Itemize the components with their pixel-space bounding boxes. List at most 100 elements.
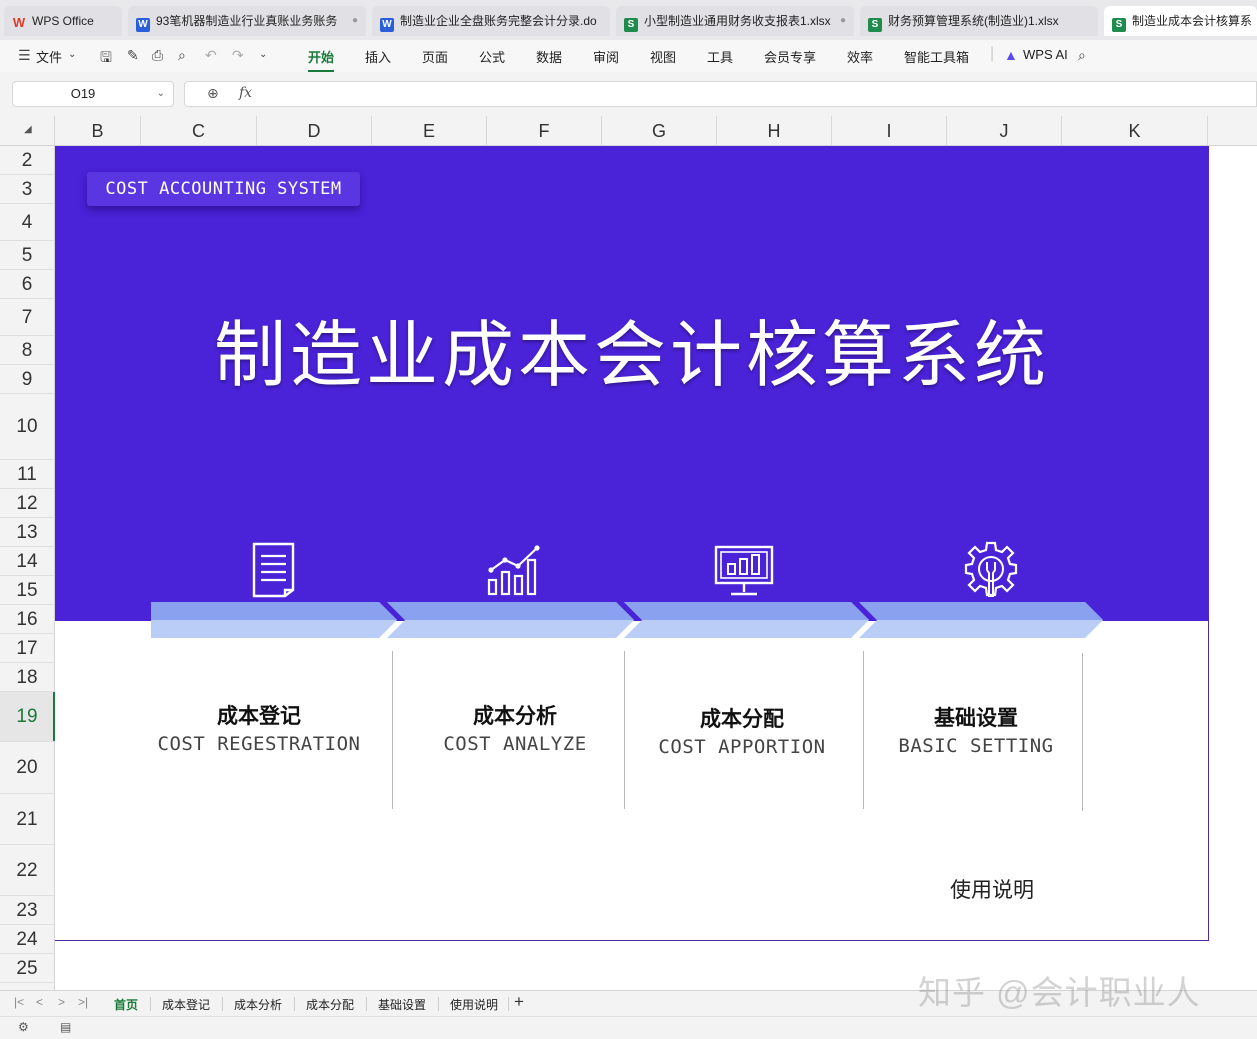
unsaved-dot-icon[interactable]: ● <box>352 6 358 36</box>
next-sheet-icon[interactable]: > <box>58 995 65 1009</box>
row-header[interactable]: 10 <box>0 394 54 460</box>
file-menu[interactable]: 文件 <box>36 47 62 66</box>
row-header[interactable]: 4 <box>0 204 54 241</box>
menu-member[interactable]: 会员专享 <box>764 47 816 66</box>
menu-home[interactable]: 开始 <box>308 47 335 72</box>
tab-document[interactable]: W 制造业企业全盘账务完整会计分录.do <box>372 6 610 36</box>
add-sheet-icon[interactable]: + <box>514 992 524 1012</box>
row-header[interactable]: 9 <box>0 365 54 394</box>
module-basic-setting-en[interactable]: BASIC SETTING <box>846 735 1106 757</box>
row-header[interactable]: 21 <box>0 794 54 845</box>
column-header[interactable]: I <box>832 116 947 146</box>
gear-wrench-icon[interactable] <box>963 540 1019 600</box>
sheet-tab-cost-apportion[interactable]: 成本分配 <box>306 996 354 1013</box>
menu-formula[interactable]: 公式 <box>479 47 505 66</box>
sheet-tab-home[interactable]: 首页 <box>109 996 143 1019</box>
module-cost-apportion[interactable]: 成本分配 <box>632 703 852 733</box>
chevron-down-icon[interactable]: ⌄ <box>68 49 76 60</box>
tab-spreadsheet-active[interactable]: S 制造业成本会计核算系 <box>1104 6 1257 36</box>
tab-wps-office[interactable]: W WPS Office <box>4 6 122 36</box>
row-header[interactable]: 8 <box>0 336 54 365</box>
row-header[interactable]: 15 <box>0 576 54 605</box>
column-header[interactable]: C <box>141 116 257 146</box>
row-header[interactable]: 18 <box>0 663 54 692</box>
zoom-icon[interactable]: ⊕ <box>207 85 219 102</box>
module-basic-setting[interactable]: 基础设置 <box>866 702 1086 732</box>
monitor-chart-icon[interactable] <box>713 544 775 598</box>
row-header[interactable]: 16 <box>0 605 54 634</box>
row-header[interactable]: 6 <box>0 270 54 299</box>
menu-tools[interactable]: 工具 <box>707 47 733 66</box>
tab-spreadsheet[interactable]: S 财务预算管理系统(制造业)1.xlsx <box>860 6 1098 36</box>
sheet-tab-basic-setting[interactable]: 基础设置 <box>378 996 426 1013</box>
row-header[interactable]: 13 <box>0 518 54 547</box>
row-header[interactable]: 23 <box>0 896 54 925</box>
redo-icon[interactable]: ↷ <box>232 47 244 64</box>
row-header[interactable]: 3 <box>0 175 54 204</box>
document-icon[interactable] <box>249 540 299 598</box>
column-header[interactable]: G <box>602 116 717 146</box>
last-sheet-icon[interactable]: >| <box>78 995 88 1009</box>
menu-page[interactable]: 页面 <box>422 47 448 66</box>
menu-review[interactable]: 审阅 <box>593 47 619 66</box>
column-headers: ◢ B C D E F G H I J K <box>0 116 1257 146</box>
column-header[interactable]: D <box>257 116 372 146</box>
sheet-tab-user-guide[interactable]: 使用说明 <box>450 996 498 1013</box>
prev-sheet-icon[interactable]: < <box>36 995 43 1009</box>
more-icon[interactable]: ⌄ <box>259 49 267 60</box>
hamburger-icon[interactable]: ☰ <box>18 47 31 64</box>
menu-efficiency[interactable]: 效率 <box>847 47 873 66</box>
column-header[interactable]: B <box>55 116 141 146</box>
menu-data[interactable]: 数据 <box>536 47 562 66</box>
search-icon[interactable]: ⌕ <box>1078 47 1086 64</box>
fx-icon[interactable]: fx <box>239 85 252 101</box>
module-cost-registration-en[interactable]: COST REGESTRATION <box>129 733 389 755</box>
column-header[interactable]: K <box>1062 116 1208 146</box>
select-all-corner[interactable]: ◢ <box>0 116 55 146</box>
module-cost-registration[interactable]: 成本登记 <box>149 700 369 730</box>
user-guide-link[interactable]: 使用说明 <box>950 874 1034 904</box>
sheet-canvas[interactable]: COST ACCOUNTING SYSTEM 制造业成本会计核算系统 成本登记 … <box>55 146 1257 990</box>
tab-document[interactable]: W 93笔机器制造业行业真账业务账务 ● <box>128 6 366 36</box>
menu-wps-ai[interactable]: WPS AI <box>1023 47 1068 62</box>
sheet-view-icon[interactable]: ▤ <box>60 1020 71 1034</box>
save-icon[interactable]: 🖫 <box>100 47 112 71</box>
sheet-tab-cost-registration[interactable]: 成本登记 <box>162 996 210 1013</box>
column-header[interactable]: E <box>372 116 487 146</box>
row-header[interactable]: 7 <box>0 299 54 336</box>
menu-insert[interactable]: 插入 <box>365 47 391 66</box>
unsaved-dot-icon[interactable]: ● <box>840 6 846 36</box>
name-box[interactable]: O19 ⌄ <box>12 81 174 107</box>
sheet-tab-cost-analysis[interactable]: 成本分析 <box>234 996 282 1013</box>
row-header[interactable]: 5 <box>0 241 54 270</box>
row-header[interactable]: 12 <box>0 489 54 518</box>
menu-view[interactable]: 视图 <box>650 47 676 66</box>
row-header[interactable]: 17 <box>0 634 54 663</box>
row-header[interactable]: 25 <box>0 954 54 983</box>
wps-ai-icon[interactable]: ▲ <box>1004 47 1018 63</box>
chevron-down-icon[interactable]: ⌄ <box>157 82 165 106</box>
row-header[interactable]: 20 <box>0 742 54 794</box>
column-header[interactable]: H <box>717 116 832 146</box>
format-painter-icon[interactable]: ✎ <box>127 47 139 64</box>
print-icon[interactable]: ⎙ <box>152 47 163 64</box>
module-cost-apportion-en[interactable]: COST APPORTION <box>612 736 872 758</box>
row-header[interactable]: 22 <box>0 845 54 896</box>
undo-icon[interactable]: ↶ <box>205 47 217 64</box>
print-preview-icon[interactable]: ⌕ <box>178 47 186 64</box>
menu-smart-toolbox[interactable]: 智能工具箱 <box>904 47 969 66</box>
module-cost-analyze[interactable]: 成本分析 <box>405 700 625 730</box>
row-header[interactable]: 24 <box>0 925 54 954</box>
first-sheet-icon[interactable]: |< <box>14 995 24 1009</box>
column-header[interactable]: F <box>487 116 602 146</box>
formula-input[interactable]: ⊕ fx <box>184 81 1257 107</box>
row-header[interactable]: 19 <box>0 692 55 742</box>
bar-chart-icon[interactable] <box>485 544 545 598</box>
tab-spreadsheet[interactable]: S 小型制造业通用财务收支报表1.xlsx ● <box>616 6 854 36</box>
row-header[interactable]: 14 <box>0 547 54 576</box>
macro-icon[interactable]: ⚙ <box>18 1020 29 1034</box>
row-header[interactable]: 11 <box>0 460 54 489</box>
module-cost-analyze-en[interactable]: COST ANALYZE <box>385 733 645 755</box>
column-header[interactable]: J <box>947 116 1062 146</box>
row-header[interactable]: 2 <box>0 146 54 175</box>
